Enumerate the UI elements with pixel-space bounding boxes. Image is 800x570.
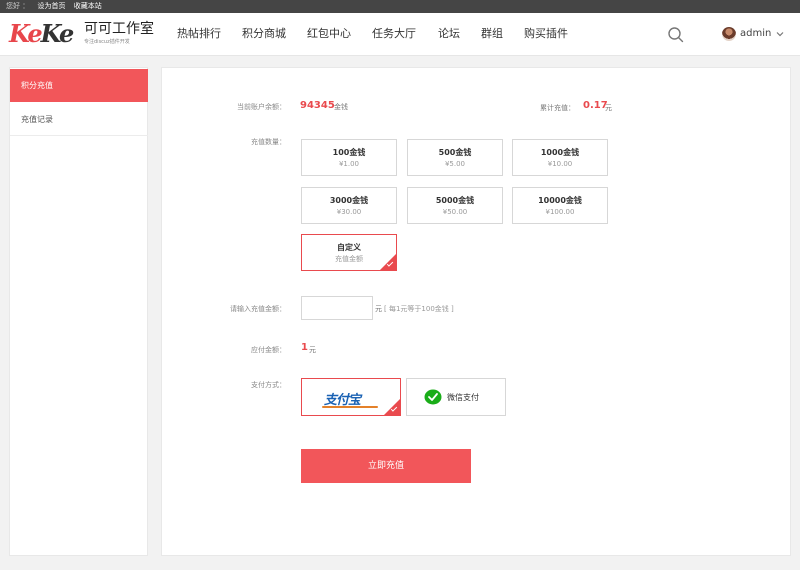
payable-label: 应付金额： xyxy=(251,346,286,354)
nav-item-tasks[interactable]: 任务大厅 xyxy=(372,27,416,41)
option-5000[interactable]: 5000金钱 ¥50.00 xyxy=(407,187,503,224)
option-10000[interactable]: 10000金钱 ¥100.00 xyxy=(512,187,608,224)
option-custom[interactable]: 自定义 充值金额 xyxy=(301,234,397,271)
nav-item-groups[interactable]: 群组 xyxy=(481,27,503,41)
option-3000[interactable]: 3000金钱 ¥30.00 xyxy=(301,187,397,224)
option-title: 1000金钱 xyxy=(540,148,580,157)
avatar[interactable] xyxy=(722,27,736,41)
check-icon xyxy=(384,399,400,415)
option-price: ¥5.00 xyxy=(444,160,466,168)
alipay-underline xyxy=(322,406,378,408)
wechat-pay-option[interactable]: 微信支付 xyxy=(406,378,506,416)
option-price: ¥1.00 xyxy=(338,160,360,168)
top-bar: 您好 ： 设为首页 收藏本站 xyxy=(0,0,800,13)
recharge-now-button[interactable]: 立即充值 xyxy=(301,449,471,483)
greeting: 您好 ： xyxy=(6,2,30,10)
total-recharge-label: 累计充值： xyxy=(540,104,575,112)
logo-mark: KeKe xyxy=(9,19,74,48)
option-100[interactable]: 100金钱 ¥1.00 xyxy=(301,139,397,176)
payment-method-label: 支付方式： xyxy=(251,381,286,389)
option-500[interactable]: 500金钱 ¥5.00 xyxy=(407,139,503,176)
bookmark-link[interactable]: 收藏本站 xyxy=(74,2,102,10)
option-title: 500金钱 xyxy=(438,148,472,157)
logo-tagline: 专注discuz插件开发 xyxy=(84,39,130,45)
option-price: ¥100.00 xyxy=(545,208,575,216)
option-title: 10000金钱 xyxy=(538,196,582,205)
option-title: 3000金钱 xyxy=(329,196,369,205)
check-icon xyxy=(380,254,396,270)
nav-item-mall[interactable]: 积分商城 xyxy=(242,27,286,41)
recharge-amount-label: 充值数量： xyxy=(251,138,286,146)
amount-hint: [ 每1元等于100金钱 ] xyxy=(384,305,454,313)
site-logo[interactable]: KeKe 可可工作室 专注discuz插件开发 xyxy=(9,21,159,49)
option-title: 自定义 xyxy=(337,243,361,252)
total-recharge-unit: 元 xyxy=(605,104,612,112)
sidebar-item-recharge-history[interactable]: 充值记录 xyxy=(10,104,148,136)
total-recharge-value: 0.17 xyxy=(583,100,608,111)
option-1000[interactable]: 1000金钱 ¥10.00 xyxy=(512,139,608,176)
amount-unit: 元 xyxy=(375,305,382,313)
sidebar-item-recharge[interactable]: 积分充值 xyxy=(10,69,148,102)
search-icon[interactable] xyxy=(667,26,685,44)
sidebar: 积分充值 充值记录 xyxy=(9,67,148,556)
payable-unit: 元 xyxy=(309,346,316,354)
site-header: KeKe 可可工作室 专注discuz插件开发 热帖排行 积分商城 红包中心 任… xyxy=(0,13,800,56)
username[interactable]: admin xyxy=(740,27,771,41)
option-price: ¥10.00 xyxy=(547,160,573,168)
set-homepage-link[interactable]: 设为首页 xyxy=(37,2,65,10)
amount-input[interactable] xyxy=(301,296,373,320)
wechat-pay-label: 微信支付 xyxy=(447,393,479,402)
balance-value: 94345 xyxy=(300,100,335,111)
nav-item-hot[interactable]: 热帖排行 xyxy=(177,27,221,41)
payable-value: 1 xyxy=(301,342,308,353)
wechat-icon xyxy=(424,389,442,405)
balance-unit: 金钱 xyxy=(334,103,348,111)
nav-item-buy-plugin[interactable]: 购买插件 xyxy=(524,27,568,41)
amount-input-label: 请输入充值金额： xyxy=(230,305,286,313)
logo-name: 可可工作室 xyxy=(84,21,154,37)
option-title: 100金钱 xyxy=(332,148,366,157)
option-title: 5000金钱 xyxy=(435,196,475,205)
alipay-option[interactable]: 支付宝 xyxy=(301,378,401,416)
option-price: ¥50.00 xyxy=(442,208,468,216)
balance-label: 当前账户余额： xyxy=(237,103,286,111)
nav-item-forum[interactable]: 论坛 xyxy=(438,27,460,41)
chevron-down-icon[interactable] xyxy=(775,29,785,39)
option-price: ¥30.00 xyxy=(336,208,362,216)
nav-item-redpacket[interactable]: 红包中心 xyxy=(307,27,351,41)
